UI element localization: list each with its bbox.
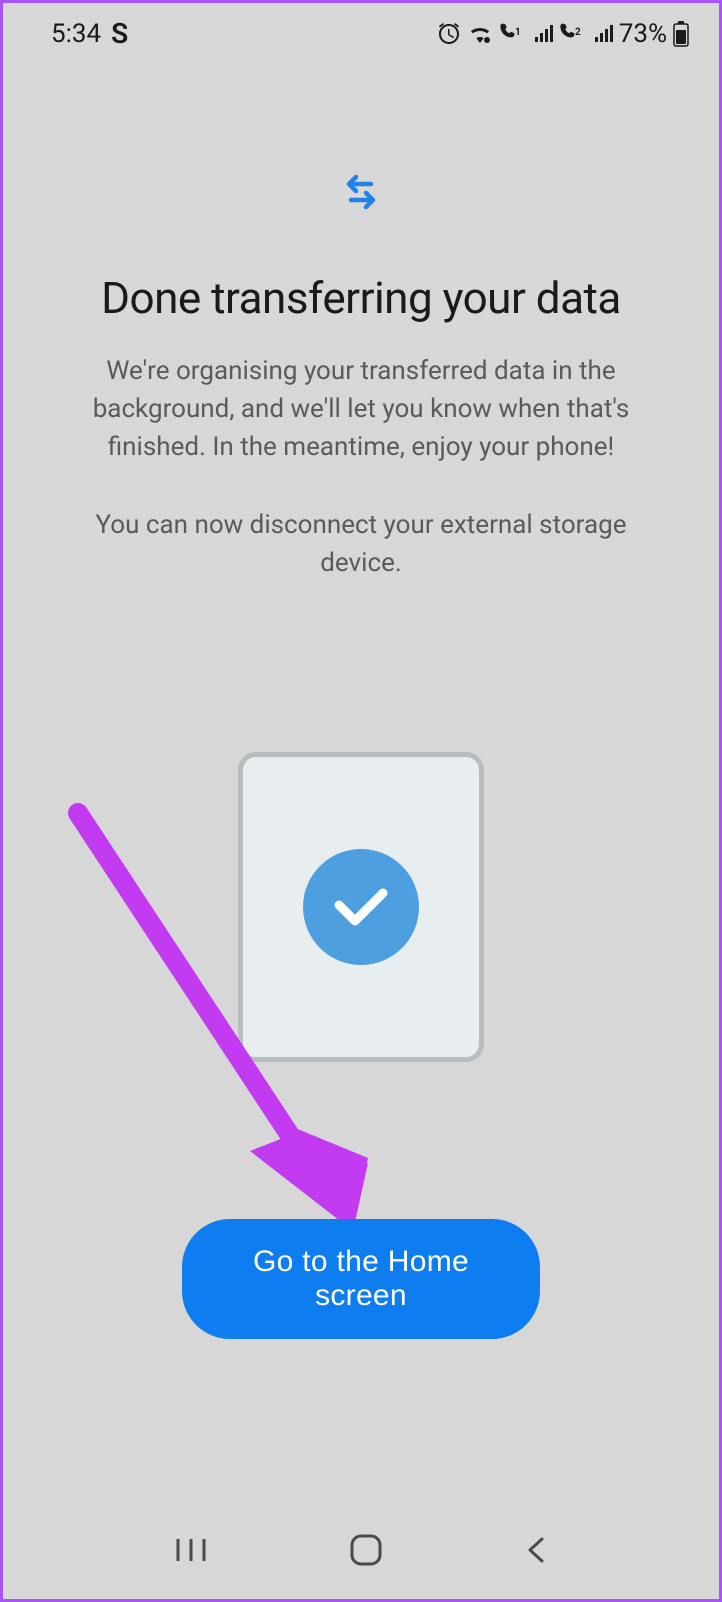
- home-button[interactable]: [349, 1533, 383, 1567]
- status-left: 5:34 S: [51, 17, 128, 50]
- alarm-icon: [437, 22, 461, 46]
- status-bar: 5:34 S 1 2 73%: [3, 3, 719, 62]
- description-text-1: We're organising your transferred data i…: [43, 352, 679, 466]
- main-content: Done transferring your data We're organi…: [3, 62, 719, 1062]
- page-title: Done transferring your data: [101, 272, 621, 324]
- wifi-icon: [467, 22, 493, 46]
- signal-1-icon: [533, 24, 553, 44]
- transfer-icon: [339, 170, 383, 218]
- back-button[interactable]: [524, 1535, 548, 1565]
- check-circle-icon: [303, 849, 419, 965]
- recent-apps-button[interactable]: [174, 1535, 208, 1565]
- phone-success-graphic: [238, 752, 484, 1062]
- navigation-bar: [3, 1501, 719, 1599]
- go-home-button[interactable]: Go to the Home screen: [182, 1219, 540, 1339]
- description-text-2: You can now disconnect your external sto…: [43, 506, 679, 582]
- svg-text:2: 2: [575, 27, 581, 38]
- svg-text:1: 1: [515, 27, 521, 38]
- call-sim2-icon: 2: [559, 22, 587, 46]
- battery-icon: [673, 21, 689, 47]
- battery-percent: 73%: [619, 19, 667, 49]
- status-time: 5:34: [51, 19, 101, 49]
- call-sim1-icon: 1: [499, 22, 527, 46]
- signal-2-icon: [593, 24, 613, 44]
- status-right: 1 2 73%: [437, 19, 689, 49]
- app-indicator: S: [111, 17, 128, 50]
